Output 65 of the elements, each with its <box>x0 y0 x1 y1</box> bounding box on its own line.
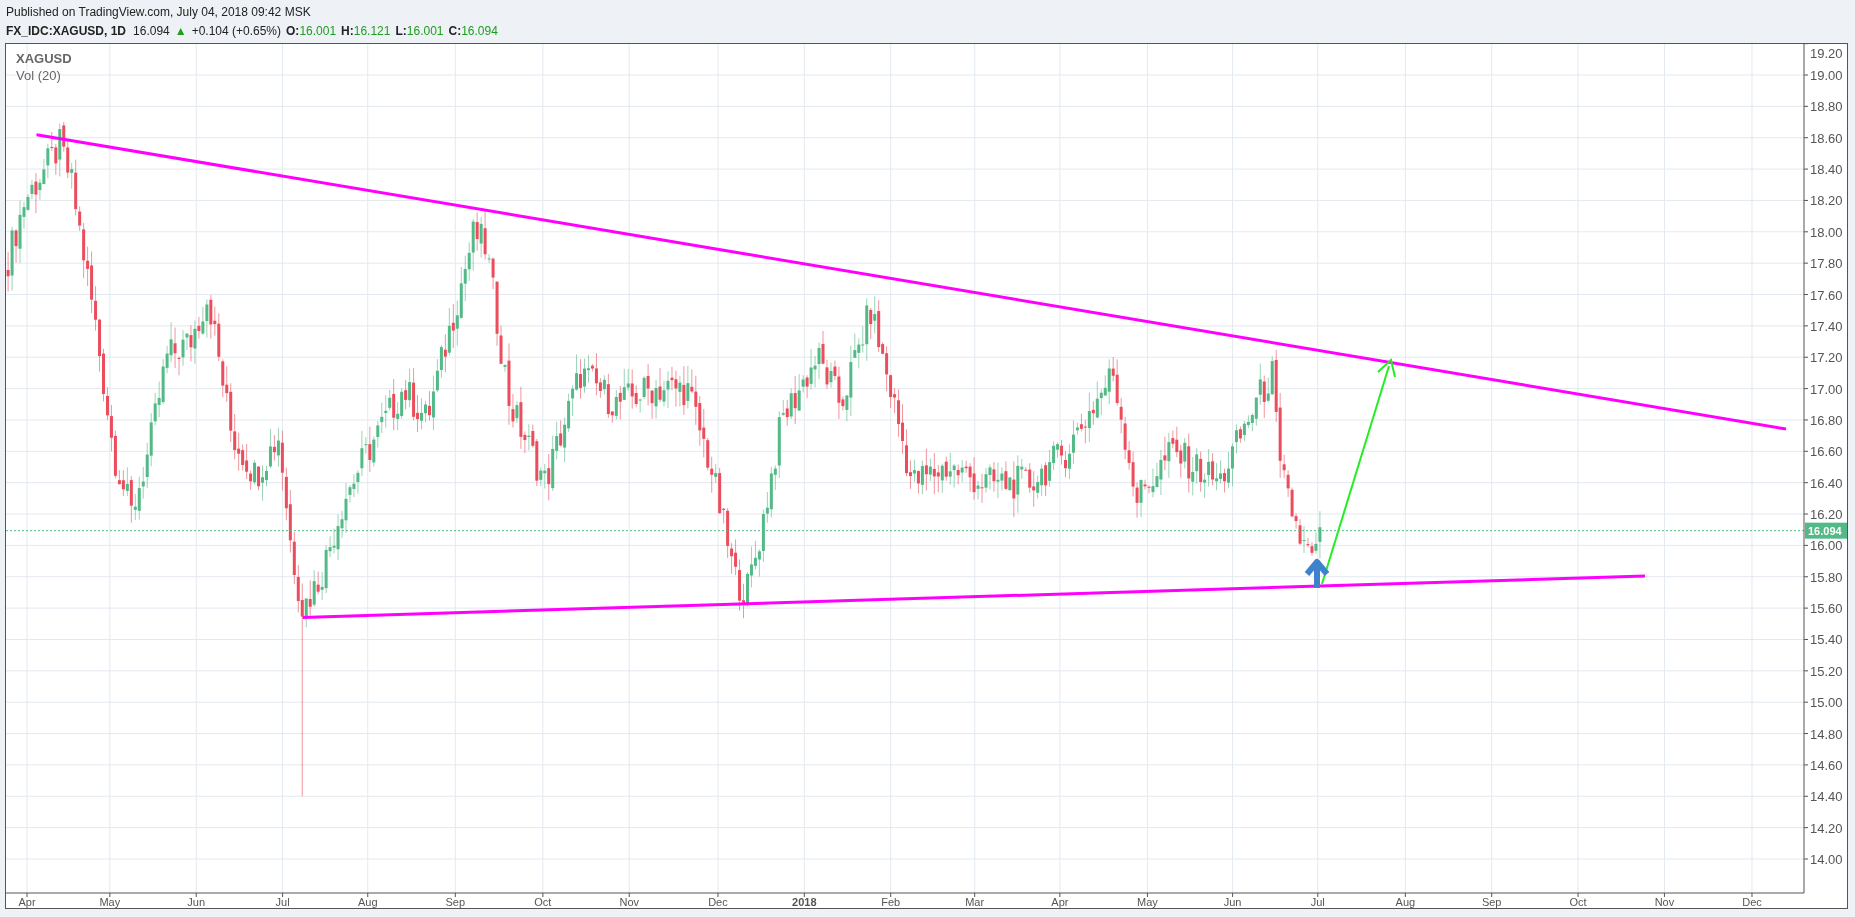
last-price: 16.094 <box>133 23 170 40</box>
time-tick: Dec <box>708 896 728 908</box>
price-tick: 14.00 <box>1810 852 1843 867</box>
price-tick: 18.80 <box>1810 99 1843 115</box>
price-tick: 15.20 <box>1810 663 1843 679</box>
price-tick: 14.80 <box>1810 726 1843 742</box>
price-tick: 19.00 <box>1810 68 1843 83</box>
legend-indicator: Vol (20) <box>16 67 62 84</box>
time-tick: Jun <box>1223 896 1242 908</box>
price-tick: 17.00 <box>1810 381 1843 397</box>
legend-symbol: XAGUSD <box>16 50 72 67</box>
price-tick: 15.60 <box>1810 601 1843 617</box>
price-tick: 15.40 <box>1810 632 1843 648</box>
time-tick: May <box>1137 896 1158 908</box>
up-arrow-icon <box>1304 559 1330 588</box>
time-tick: Jun <box>187 896 206 908</box>
price-change: +0.104 (+0.65%) <box>191 23 282 40</box>
symbol-label: FX_IDC:XAGUSD, 1D <box>6 23 127 40</box>
price-tick: 15.00 <box>1810 695 1843 711</box>
ohlc-label: C: <box>448 23 462 40</box>
time-tick: Nov <box>1654 896 1675 908</box>
price-tick: 17.40 <box>1810 318 1843 334</box>
price-tick: 16.40 <box>1810 475 1843 491</box>
price-tick: 16.00 <box>1810 538 1843 554</box>
published-note: Published on TradingView.com, July 04, 2018 09:42 MSK <box>6 4 312 21</box>
price-tick: 14.40 <box>1810 789 1843 805</box>
price-tick: 19.20 <box>1810 46 1843 61</box>
time-tick: Sep <box>445 896 466 908</box>
time-tick: Sep <box>1481 896 1502 908</box>
price-tick: 18.20 <box>1810 193 1843 209</box>
time-tick: Feb <box>881 896 901 908</box>
time-tick: Jul <box>275 896 290 908</box>
time-tick: May <box>99 896 121 908</box>
price-tick: 17.60 <box>1810 287 1843 303</box>
time-tick: Jul <box>1310 896 1325 908</box>
price-tick: 17.80 <box>1810 256 1843 272</box>
up-triangle-icon: ▲ <box>174 22 187 40</box>
time-tick: Aug <box>1395 896 1416 908</box>
ohlc-value: 16.094 <box>461 23 498 40</box>
time-tick: Aug <box>357 896 378 908</box>
ohlc-label: H: <box>341 23 354 40</box>
price-tick: 16.60 <box>1810 444 1843 460</box>
time-tick: Nov <box>619 896 639 908</box>
price-tick: 15.80 <box>1810 569 1843 585</box>
ohlc-label: L: <box>395 23 407 40</box>
ohlc-value: 16.121 <box>353 23 391 40</box>
ohlc-label: O: <box>286 23 300 40</box>
time-tick: Apr <box>18 896 36 908</box>
time-tick: Apr <box>1051 896 1069 908</box>
current-price-tag: 16.094 <box>1805 522 1847 539</box>
price-tick: 18.00 <box>1810 224 1843 240</box>
price-tick: 17.20 <box>1810 350 1843 366</box>
ohlc-value: 16.001 <box>406 23 444 40</box>
price-tick: 18.60 <box>1810 130 1843 146</box>
time-tick: 2018 <box>792 896 817 908</box>
price-tick: 18.40 <box>1810 162 1843 178</box>
time-tick: Mar <box>965 896 985 908</box>
price-tick: 14.60 <box>1810 757 1843 773</box>
price-tick: 16.80 <box>1810 412 1843 428</box>
ohlc-value: 16.001 <box>299 23 337 40</box>
price-tick: 16.20 <box>1810 507 1843 523</box>
price-tick: 14.20 <box>1810 820 1843 836</box>
time-tick: Oct <box>534 896 552 908</box>
time-tick: Oct <box>1569 896 1587 908</box>
time-tick: Dec <box>1742 896 1762 908</box>
